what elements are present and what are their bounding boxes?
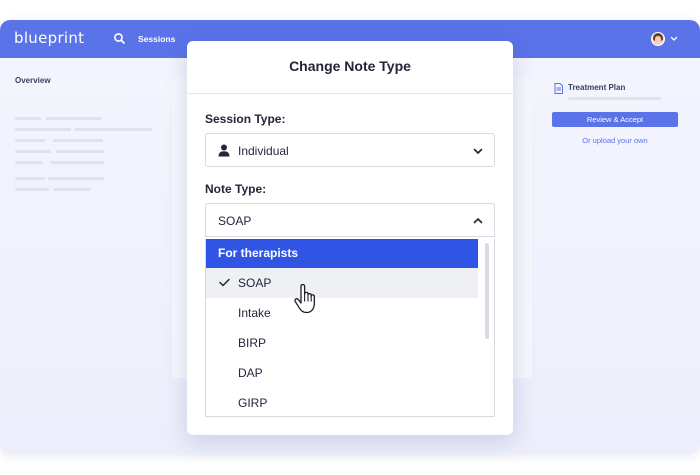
placeholder-line: [15, 188, 49, 191]
note-type-dropdown-list: For therapists SOAP Intake BIRP DAP GIRP: [205, 239, 495, 417]
option-birp[interactable]: BIRP: [206, 328, 478, 358]
modal-divider: [187, 93, 513, 94]
group-header-for-therapists: For therapists: [206, 239, 478, 268]
upload-own-link[interactable]: Or upload your own: [552, 136, 678, 145]
placeholder-line: [53, 188, 91, 191]
placeholder-line: [46, 117, 102, 120]
placeholder-line: [15, 139, 45, 142]
option-dap[interactable]: DAP: [206, 358, 478, 388]
brand-logo[interactable]: blueprint: [14, 29, 84, 47]
option-label: GIRP: [238, 396, 268, 410]
chevron-down-icon: [473, 148, 483, 154]
placeholder-line: [15, 161, 43, 164]
placeholder-line: [568, 97, 661, 100]
note-type-select[interactable]: SOAP: [205, 203, 495, 237]
modal-title: Change Note Type: [289, 58, 411, 74]
document-icon: [554, 83, 563, 94]
user-avatar[interactable]: [651, 32, 665, 46]
hand-pointer-cursor-icon: [294, 284, 315, 314]
placeholder-line: [74, 128, 152, 131]
option-label: DAP: [238, 366, 263, 380]
chevron-up-icon: [473, 218, 483, 224]
placeholder-line: [48, 177, 104, 180]
search-icon[interactable]: [112, 31, 128, 47]
placeholder-line: [50, 161, 104, 164]
option-girp[interactable]: GIRP: [206, 388, 478, 416]
chevron-down-icon[interactable]: [670, 35, 678, 43]
option-soap[interactable]: SOAP: [206, 268, 478, 298]
checkmark-icon: [219, 278, 230, 287]
placeholder-line: [15, 128, 71, 131]
dropdown-scrollbar-thumb[interactable]: [485, 243, 489, 339]
overview-heading: Overview: [15, 76, 51, 85]
left-sidebar: Overview: [0, 58, 172, 454]
placeholder-line: [15, 150, 51, 153]
option-label: Intake: [238, 306, 271, 320]
option-intake[interactable]: Intake: [206, 298, 478, 328]
session-type-select[interactable]: Individual: [205, 133, 495, 167]
note-type-value: SOAP: [218, 214, 252, 228]
placeholder-line: [56, 150, 104, 153]
note-type-label: Note Type:: [205, 182, 267, 196]
change-note-type-modal: Change Note Type Session Type: Individua…: [187, 41, 513, 435]
person-icon: [218, 144, 230, 157]
placeholder-line: [15, 177, 45, 180]
review-accept-button[interactable]: Review & Accept: [552, 112, 678, 127]
placeholder-line: [15, 117, 41, 120]
option-label: SOAP: [238, 276, 272, 290]
option-label: BIRP: [238, 336, 267, 350]
session-type-value: Individual: [238, 144, 289, 158]
nav-sessions-link[interactable]: Sessions: [138, 34, 175, 44]
treatment-plan-title: Treatment Plan: [568, 83, 626, 92]
session-type-label: Session Type:: [205, 112, 286, 126]
placeholder-line: [53, 139, 103, 142]
